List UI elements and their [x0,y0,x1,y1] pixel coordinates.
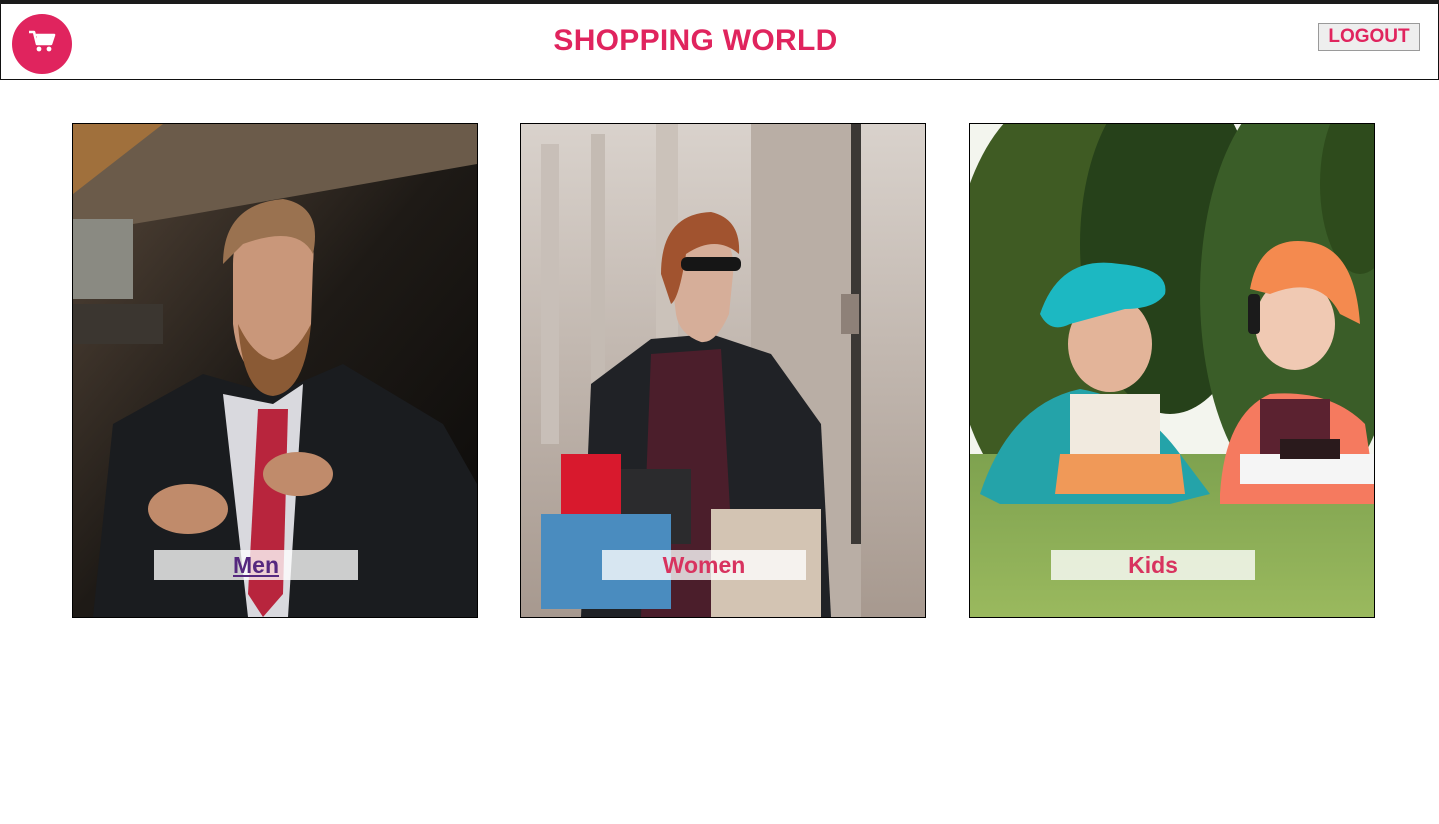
logout-button[interactable]: LOGOUT [1318,23,1420,51]
category-card-men[interactable]: Men [72,123,478,618]
category-card-kids[interactable]: Kids [969,123,1375,618]
two-kids-on-grass-photo [970,124,1374,617]
category-card-women[interactable]: Women [520,123,926,618]
woman-with-shopping-bags-photo [521,124,925,617]
app-header: SHOPPING WORLD LOGOUT [0,4,1439,80]
page-title: SHOPPING WORLD [553,24,838,57]
category-link-women[interactable]: Women [602,550,806,580]
man-in-suit-photo [73,124,477,617]
category-link-kids[interactable]: Kids [1051,550,1255,580]
category-link-men[interactable]: Men [154,550,358,580]
